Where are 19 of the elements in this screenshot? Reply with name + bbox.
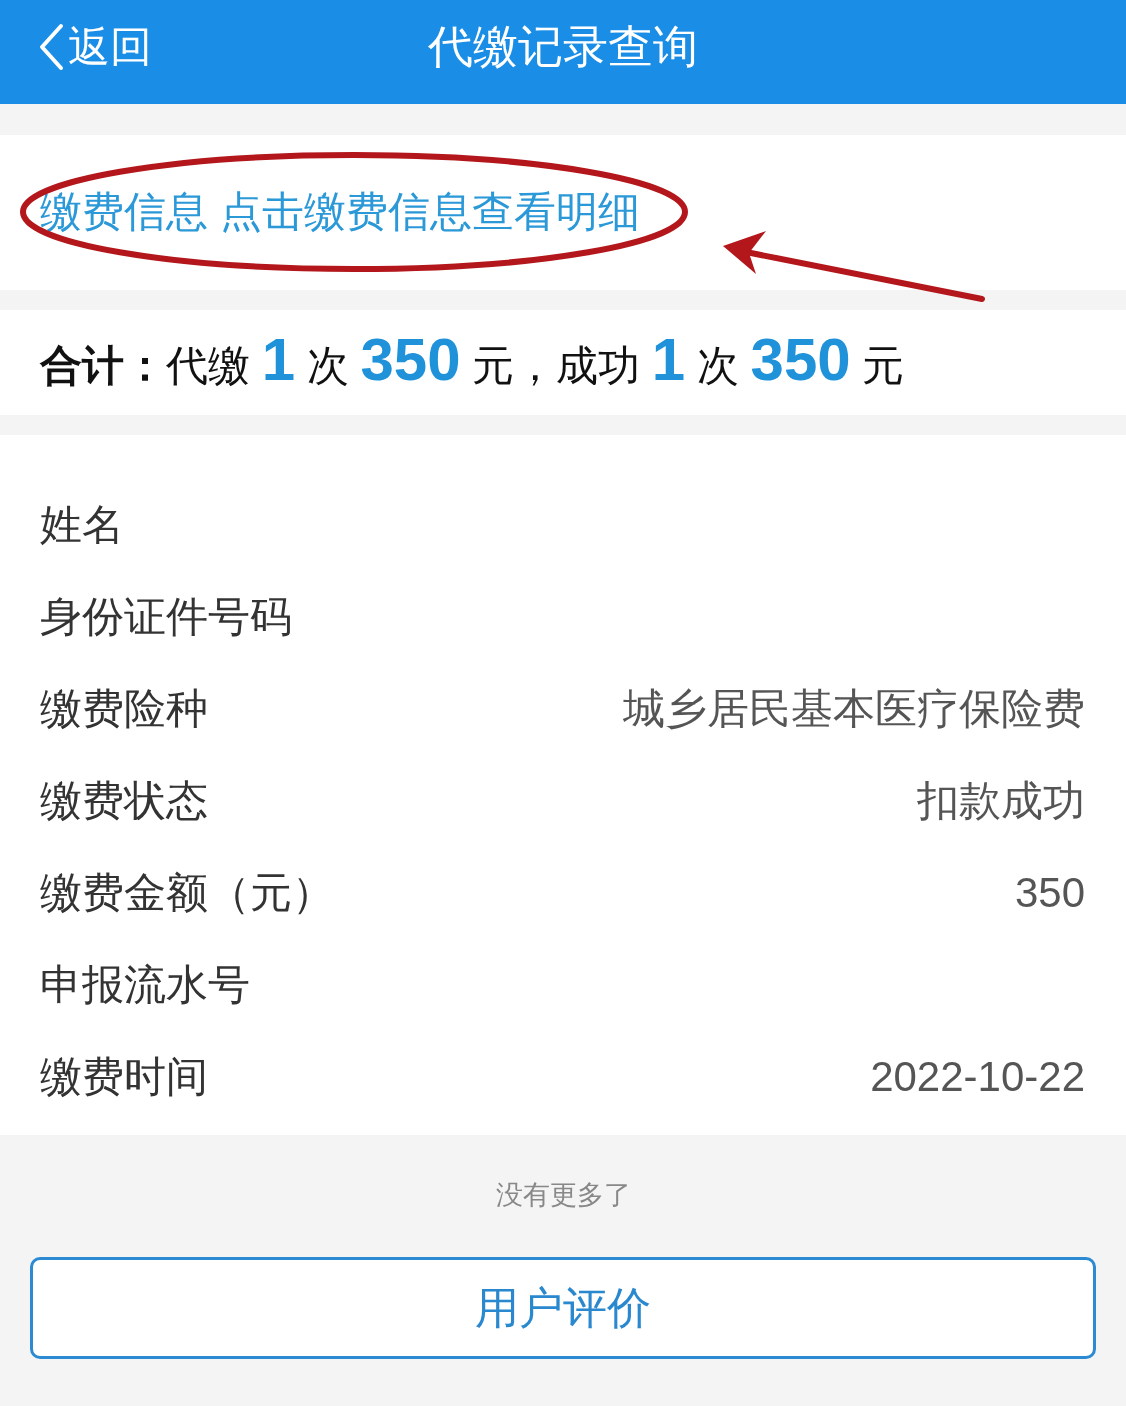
field-value: 2022-10-22 xyxy=(870,1051,1085,1102)
field-value: 扣款成功 xyxy=(917,775,1085,826)
field-label: 缴费金额（元） xyxy=(40,867,334,918)
field-value: 350 xyxy=(1014,867,1085,918)
summary-text: 代缴 1 次 350 元，成功 1 次 350 元 xyxy=(166,330,905,392)
field-label: 缴费状态 xyxy=(40,775,208,826)
page-title: 代缴记录查询 xyxy=(428,20,698,74)
rate-button[interactable]: 用户评价 xyxy=(30,1257,1096,1360)
back-button[interactable]: 返回 xyxy=(38,21,152,73)
summary-label: 合计： xyxy=(40,341,166,391)
field-value: 城乡居民基本医疗保险费 xyxy=(623,683,1085,734)
field-label: 姓名 xyxy=(40,499,124,550)
field-label: 身份证件号码 xyxy=(40,591,292,642)
end-of-list-note: 没有更多了 xyxy=(495,1179,631,1212)
field-label: 申报流水号 xyxy=(40,959,250,1010)
field-label: 缴费时间 xyxy=(40,1051,208,1102)
field-label: 缴费险种 xyxy=(40,683,208,734)
info-link[interactable]: 缴费信息 点击缴费信息查看明细 xyxy=(40,187,640,238)
chevron-left-icon xyxy=(38,23,64,71)
